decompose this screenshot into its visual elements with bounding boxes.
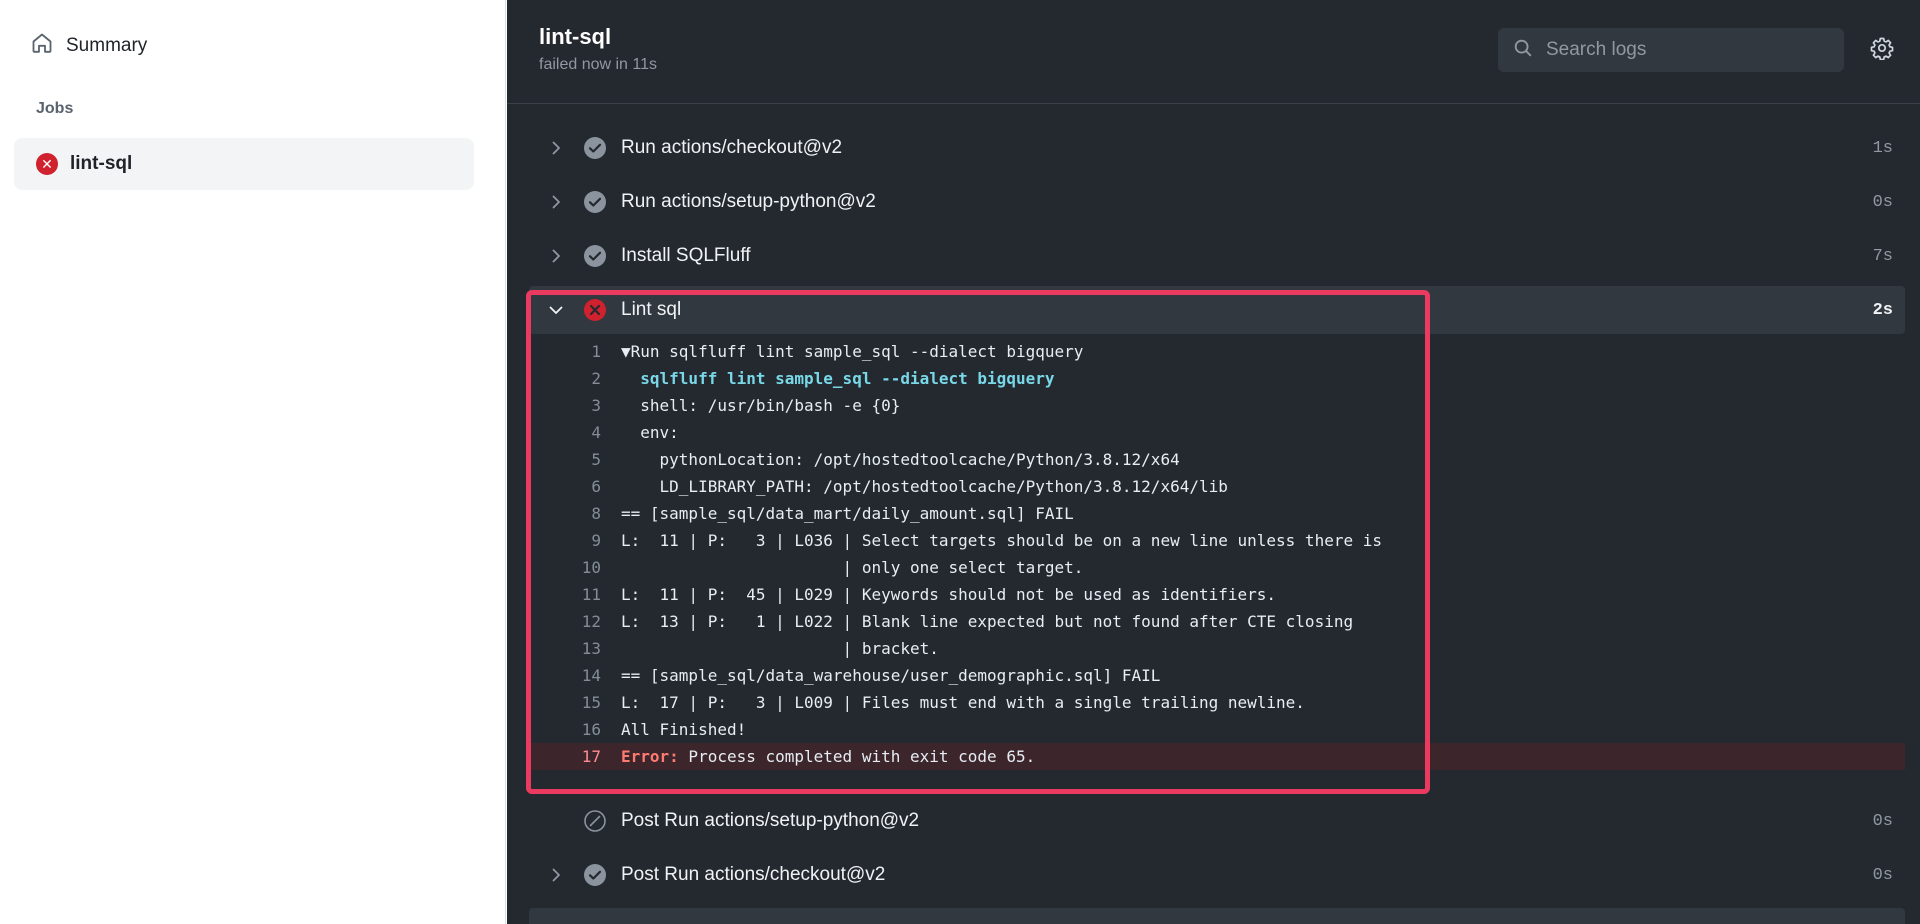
search-input[interactable] <box>1544 38 1828 62</box>
log-line[interactable]: 9 L: 11 | P: 3 | L036 | Select targets sh… <box>529 527 1905 554</box>
step-run-checkout[interactable]: Run actions/checkout@v2 1s <box>529 124 1905 172</box>
line-text: sqlfluff lint sample_sql --dialect bigqu… <box>621 369 1055 388</box>
log-line[interactable]: 14 == [sample_sql/data_warehouse/user_dem… <box>529 662 1905 689</box>
line-number: 9 <box>591 531 601 550</box>
line-number: 17 <box>581 747 601 766</box>
log-line[interactable]: 6 LD_LIBRARY_PATH: /opt/hostedtoolcache/… <box>529 473 1905 500</box>
log-line-error[interactable]: 17 Error: Process completed with exit cod… <box>529 743 1905 770</box>
step-label: Install SQLFluff <box>621 245 751 266</box>
line-text: shell: /usr/bin/bash -e {0} <box>621 396 901 415</box>
job-status: failed now in 11s <box>539 56 657 73</box>
step-install-sqlfluff[interactable]: Install SQLFluff 7s <box>529 232 1905 280</box>
summary-link[interactable]: Summary <box>30 28 147 64</box>
check-circle-icon <box>584 864 606 886</box>
log-line[interactable]: 5 pythonLocation: /opt/hostedtoolcache/P… <box>529 446 1905 473</box>
log-line[interactable]: 4 env: <box>529 419 1905 446</box>
line-text: L: 11 | P: 45 | L029 | Keywords should n… <box>621 585 1277 604</box>
line-text: L: 13 | P: 1 | L022 | Blank line expecte… <box>621 612 1354 631</box>
line-text: | only one select target. <box>621 558 1084 577</box>
line-number: 2 <box>591 369 601 388</box>
step-next-partial[interactable] <box>529 908 1905 924</box>
line-number: 16 <box>581 720 601 739</box>
line-number: 8 <box>591 504 601 523</box>
line-text: L: 11 | P: 3 | L036 | Select targets sho… <box>621 531 1382 550</box>
main-panel: lint-sql failed now in 11s Run actions/c… <box>507 0 1920 924</box>
error-prefix: Error: <box>621 747 679 766</box>
line-number: 15 <box>581 693 601 712</box>
line-number: 1 <box>591 342 601 361</box>
line-number: 5 <box>591 450 601 469</box>
step-label: Run actions/setup-python@v2 <box>621 191 876 212</box>
line-text: | bracket. <box>621 639 939 658</box>
page-title: lint-sql <box>539 24 612 49</box>
x-circle-icon <box>584 299 606 321</box>
step-post-run-setup-python[interactable]: Post Run actions/setup-python@v2 0s <box>529 797 1905 845</box>
step-post-run-checkout[interactable]: Post Run actions/checkout@v2 0s <box>529 851 1905 899</box>
step-duration: 7s <box>1872 246 1893 266</box>
chevron-right-icon <box>552 249 560 263</box>
step-label: Lint sql <box>621 299 682 320</box>
chevron-right-icon <box>552 868 560 882</box>
summary-label: Summary <box>66 35 148 56</box>
line-number: 4 <box>591 423 601 442</box>
log-line[interactable]: 13 | bracket. <box>529 635 1905 662</box>
skipped-icon <box>584 810 606 832</box>
check-circle-icon <box>584 245 606 267</box>
check-circle-icon <box>584 137 606 159</box>
check-circle-icon <box>584 191 606 213</box>
step-label: Post Run actions/checkout@v2 <box>621 864 886 885</box>
log-line[interactable]: 10 | only one select target. <box>529 554 1905 581</box>
line-number: 13 <box>581 639 601 658</box>
line-number: 6 <box>591 477 601 496</box>
search-icon <box>1512 37 1534 64</box>
gear-icon <box>1870 36 1894 65</box>
chevron-down-icon <box>549 306 563 314</box>
line-text: L: 17 | P: 3 | L009 | Files must end wit… <box>621 693 1305 712</box>
log-output: 1 ▼Run sqlfluff lint sample_sql --dialect… <box>529 338 1905 770</box>
jobs-heading: Jobs <box>36 100 74 117</box>
chevron-right-icon <box>552 141 560 155</box>
log-line[interactable]: 15 L: 17 | P: 3 | L009 | Files must end w… <box>529 689 1905 716</box>
failure-icon: ✕ <box>36 153 58 175</box>
chevron-right-icon <box>552 195 560 209</box>
log-line[interactable]: 8 == [sample_sql/data_mart/daily_amount.s… <box>529 500 1905 527</box>
log-line[interactable]: 2 sqlfluff lint sample_sql --dialect big… <box>529 365 1905 392</box>
log-line[interactable]: 11 L: 11 | P: 45 | L029 | Keywords should… <box>529 581 1905 608</box>
home-icon <box>30 31 54 61</box>
log-line[interactable]: 1 ▼Run sqlfluff lint sample_sql --dialect… <box>529 338 1905 365</box>
step-label: Post Run actions/setup-python@v2 <box>621 810 920 831</box>
job-label: lint-sql <box>70 153 133 174</box>
step-duration: 2s <box>1872 300 1893 320</box>
log-line[interactable]: 3 shell: /usr/bin/bash -e {0} <box>529 392 1905 419</box>
job-header: lint-sql failed now in 11s <box>507 0 1920 104</box>
sidebar: Summary Jobs ✕ lint-sql <box>0 0 506 924</box>
error-message: Process completed with exit code 65. <box>678 747 1036 766</box>
line-text: All Finished! <box>621 720 747 739</box>
step-duration: 0s <box>1872 192 1893 212</box>
step-duration: 0s <box>1872 865 1893 885</box>
line-number: 11 <box>581 585 601 604</box>
line-text: == [sample_sql/data_warehouse/user_demog… <box>621 666 1161 685</box>
line-text: LD_LIBRARY_PATH: /opt/hostedtoolcache/Py… <box>621 477 1228 496</box>
settings-button[interactable] <box>1868 36 1896 64</box>
step-label: Run actions/checkout@v2 <box>621 137 843 158</box>
line-number: 14 <box>581 666 601 685</box>
step-lint-sql[interactable]: Lint sql 2s <box>529 286 1905 334</box>
line-number: 3 <box>591 396 601 415</box>
line-text: Error: Process completed with exit code … <box>621 743 1035 770</box>
line-number: 12 <box>581 612 601 631</box>
log-line[interactable]: 16 All Finished! <box>529 716 1905 743</box>
line-text: pythonLocation: /opt/hostedtoolcache/Pyt… <box>621 450 1180 469</box>
line-text: ▼Run sqlfluff lint sample_sql --dialect … <box>621 342 1084 361</box>
step-duration: 1s <box>1872 138 1893 158</box>
step-run-setup-python[interactable]: Run actions/setup-python@v2 0s <box>529 178 1905 226</box>
line-text: env: <box>621 423 679 442</box>
log-line[interactable]: 12 L: 13 | P: 1 | L022 | Blank line expec… <box>529 608 1905 635</box>
search-box[interactable] <box>1498 28 1844 72</box>
line-number: 10 <box>581 558 601 577</box>
sidebar-item-lint-sql[interactable]: ✕ lint-sql <box>14 138 474 190</box>
step-duration: 0s <box>1872 811 1893 831</box>
line-text: == [sample_sql/data_mart/daily_amount.sq… <box>621 504 1074 523</box>
